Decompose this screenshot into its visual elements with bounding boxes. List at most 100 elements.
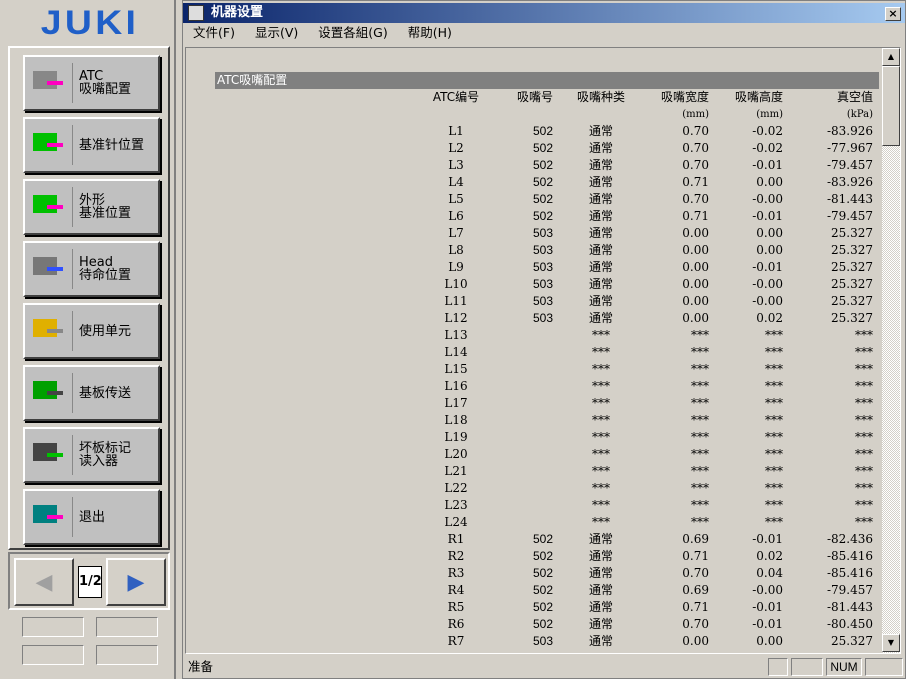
cell-col4: -0.01 (752, 209, 783, 223)
sidebar-button-3[interactable]: Head 待命位置 (23, 241, 160, 297)
cell-col4: (mm) (756, 109, 783, 120)
table-row: L2 502 通常 0.70 -0.02 -77.967 (186, 140, 886, 157)
next-page-button[interactable]: ▶ (106, 558, 166, 606)
cell-col5: -79.457 (826, 583, 873, 597)
cell-col0: L22 (444, 481, 468, 495)
cell-col1: 502 (532, 141, 553, 155)
cell-col5: -83.926 (826, 175, 873, 189)
cell-col5: *** (855, 481, 873, 495)
status-pane (768, 658, 788, 676)
sidebar-button-1[interactable]: 基准针位置 (23, 117, 160, 173)
cell-col4: 0.02 (756, 549, 783, 563)
sidebar-button-label: 基准针位置 (79, 137, 145, 153)
menu-item-1[interactable]: 显示(V) (255, 23, 298, 43)
cell-col3: 0.70 (682, 124, 709, 138)
table-row: L16 *** *** *** *** (186, 378, 886, 395)
table-row: L23 *** *** *** *** (186, 497, 886, 514)
cell-col4: *** (765, 379, 783, 393)
window-title: 机器设置 (211, 5, 264, 20)
cell-col1: 502 (532, 158, 553, 172)
status-pane (791, 658, 823, 676)
menu-item-3[interactable]: 帮助(H) (408, 23, 452, 43)
cell-col1: 502 (532, 124, 553, 138)
cell-col1: 503 (532, 634, 553, 648)
vertical-scrollbar[interactable]: ▲ ▼ (882, 48, 900, 653)
cell-col5: *** (855, 413, 873, 427)
sidebar-button-7[interactable]: 退出 (23, 489, 160, 545)
cell-col5: *** (855, 328, 873, 342)
cell-col3: *** (691, 328, 709, 342)
right-arrow-icon: ▶ (127, 569, 145, 595)
cell-col0: L15 (444, 362, 468, 376)
sidebar-button-label: 退出 (79, 509, 106, 525)
cell-col4: *** (765, 447, 783, 461)
sidebar-button-label: 外形 基准位置 (79, 193, 132, 221)
sidebar-button-6[interactable]: 坏板标记 读入器 (23, 427, 160, 483)
status-pane (865, 658, 903, 676)
cell-col3: *** (691, 498, 709, 512)
cell-col4: 0.04 (756, 566, 783, 580)
cell-col4: 0.00 (756, 226, 783, 240)
scroll-up-button[interactable]: ▲ (882, 48, 900, 66)
cell-col1: 502 (532, 532, 553, 546)
table-row: L17 *** *** *** *** (186, 395, 886, 412)
cell-col4: -0.00 (752, 294, 783, 308)
cell-col4: *** (765, 362, 783, 376)
table-row: R6 502 通常 0.70 -0.01 -80.450 (186, 616, 886, 633)
cell-col3: *** (691, 481, 709, 495)
cell-col3: 0.71 (682, 600, 709, 614)
table-row: R4 502 通常 0.69 -0.00 -79.457 (186, 582, 886, 599)
status-text: 准备 (188, 659, 214, 674)
menu-item-2[interactable]: 设置各組(G) (318, 23, 387, 43)
cell-col1: 503 (532, 243, 553, 257)
cell-col0: L18 (444, 413, 468, 427)
sidebar-button-0[interactable]: ATC 吸嘴配置 (23, 55, 160, 111)
cell-col1: 503 (532, 311, 553, 325)
cell-col3: 0.70 (682, 617, 709, 631)
cell-col1: 502 (532, 566, 553, 580)
close-button[interactable]: × (885, 7, 901, 21)
scroll-down-button[interactable]: ▼ (882, 634, 900, 652)
sidebar-button-4[interactable]: 使用单元 (23, 303, 160, 359)
cell-col5: *** (855, 447, 873, 461)
cell-col3: *** (691, 413, 709, 427)
cell-col5: *** (855, 498, 873, 512)
cell-col5: -83.926 (826, 124, 873, 138)
cell-col5: 25.327 (831, 294, 873, 308)
outline-reference-icon (29, 187, 73, 227)
machine-settings-window: 机器设置 × 文件(F) 显示(V) 设置各組(G) 帮助(H) ATC吸嘴配置 AT… (182, 0, 906, 679)
table-row: L10 503 通常 0.00 -0.00 25.327 (186, 276, 886, 293)
cell-col4: 吸嘴高度 (734, 90, 783, 104)
cell-col5: -81.443 (826, 600, 873, 614)
cell-col5: 25.327 (831, 226, 873, 240)
status-bar: 准备 NUM (183, 656, 905, 678)
table-row: R2 502 通常 0.71 0.02 -85.416 (186, 548, 886, 565)
cell-col4: 0.00 (756, 243, 783, 257)
exit-door-icon (29, 497, 73, 537)
menu-item-0[interactable]: 文件(F) (193, 23, 235, 43)
table-row: L20 *** *** *** *** (186, 446, 886, 463)
cell-col3: *** (691, 515, 709, 529)
cell-col5: -85.416 (826, 549, 873, 563)
cell-col5: -79.457 (826, 158, 873, 172)
sidebar-button-5[interactable]: 基板传送 (23, 365, 160, 421)
cell-col4: *** (765, 345, 783, 359)
cell-col3: 0.70 (682, 158, 709, 172)
cell-col5: 25.327 (831, 634, 873, 648)
cell-col4: *** (765, 515, 783, 529)
cell-col3: 0.71 (682, 549, 709, 563)
prev-page-button[interactable]: ◀ (14, 558, 74, 606)
cell-col1: 502 (532, 209, 553, 223)
cell-col4: 0.00 (756, 634, 783, 648)
cell-col4: -0.01 (752, 532, 783, 546)
cell-col0: L14 (444, 345, 468, 359)
cell-col4: 0.00 (756, 175, 783, 189)
cell-col4: -0.01 (752, 617, 783, 631)
scroll-thumb[interactable] (882, 66, 900, 146)
board-transfer-icon (29, 373, 73, 413)
bad-mark-reader-icon (29, 435, 73, 475)
table-row: L18 *** *** *** *** (186, 412, 886, 429)
table-row: L15 *** *** *** *** (186, 361, 886, 378)
sidebar-button-2[interactable]: 外形 基准位置 (23, 179, 160, 235)
cell-col4: -0.00 (752, 583, 783, 597)
